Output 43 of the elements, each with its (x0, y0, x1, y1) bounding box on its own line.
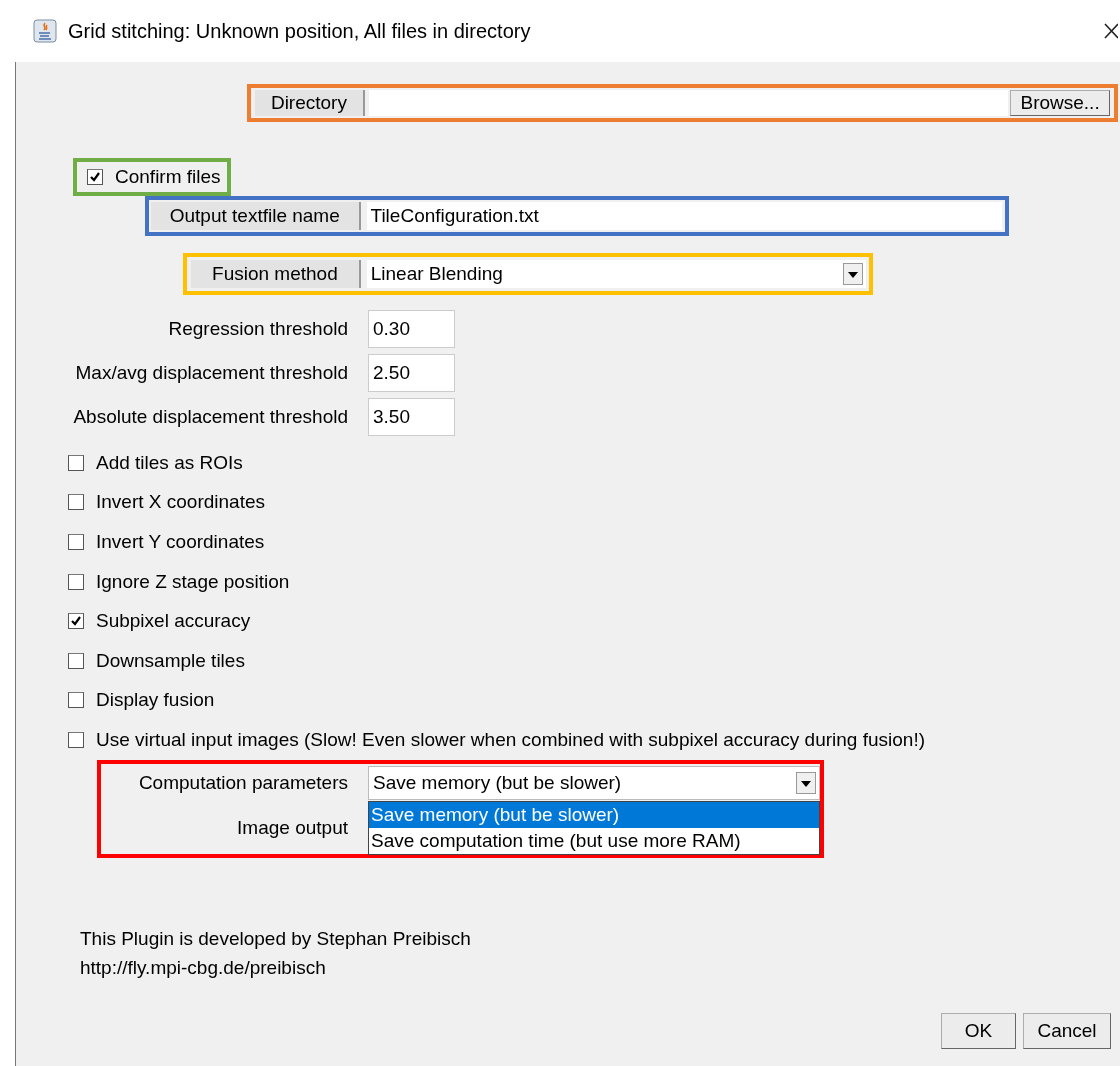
checkbox-label: Invert X coordinates (96, 491, 265, 514)
threshold-field[interactable]: 2.50 (368, 354, 455, 392)
checkbox-label: Display fusion (96, 689, 215, 712)
checkbox-label: Subpixel accuracy (96, 610, 251, 633)
dropdown-option[interactable]: Save memory (but be slower) (369, 801, 819, 828)
computation-dropdown[interactable]: Save memory (but be slower) (368, 765, 820, 800)
footer-text: This Plugin is developed by Stephan Preibisch (80, 926, 472, 951)
dialog-button[interactable]: OK (941, 1013, 1016, 1049)
checkbox[interactable] (68, 692, 84, 709)
image-output-label: Image output (236, 816, 348, 839)
fusion-method-label: Fusion method (191, 260, 361, 288)
directory-field[interactable] (368, 90, 1009, 116)
threshold-label: Max/avg displacement threshold (74, 362, 348, 384)
java-app-icon (33, 19, 57, 43)
checkbox-label: Ignore Z stage position (96, 570, 290, 593)
threshold-label: Absolute displacement threshold (72, 406, 348, 428)
threshold-label: Regression threshold (167, 318, 348, 340)
checkbox[interactable] (68, 454, 84, 471)
window-title: Grid stitching: Unknown position, All files in directory (68, 19, 531, 43)
checkbox-label: Invert Y coordinates (96, 531, 265, 553)
checkbox[interactable] (68, 652, 84, 669)
checkbox-label: Use virtual input images (Slow! Even slower when combined with subpixel accuracy during fusion!) (96, 728, 925, 751)
directory-label: Directory (255, 90, 365, 116)
checkbox[interactable] (87, 169, 103, 185)
output-file-field[interactable]: TileConfiguration.txt (366, 202, 1002, 230)
checkbox[interactable] (68, 573, 84, 590)
close-icon[interactable] (1104, 23, 1118, 39)
threshold-field[interactable]: 0.30 (368, 310, 455, 348)
browse-button[interactable]: Browse... (1010, 90, 1110, 116)
checkbox[interactable] (68, 731, 84, 748)
checkbox-label: Confirm files (115, 166, 221, 188)
checkbox[interactable] (68, 613, 84, 630)
checkbox[interactable] (68, 494, 84, 511)
checkbox-label: Add tiles as ROIs (96, 451, 243, 474)
output-file-label: Output textfile name (151, 202, 361, 230)
checkbox-label: Downsample tiles (96, 649, 245, 672)
footer-text: http://fly.mpi-cbg.de/preibisch (80, 955, 327, 980)
checkbox[interactable] (68, 534, 84, 550)
threshold-field[interactable]: 3.50 (368, 398, 455, 436)
fusion-method-dropdown[interactable]: Linear Blending (366, 260, 866, 288)
dropdown-option[interactable]: Save computation time (but use more RAM) (369, 827, 819, 854)
dialog-button[interactable]: Cancel (1023, 1013, 1111, 1049)
computation-parameters-label: Computation parameters (137, 771, 348, 794)
